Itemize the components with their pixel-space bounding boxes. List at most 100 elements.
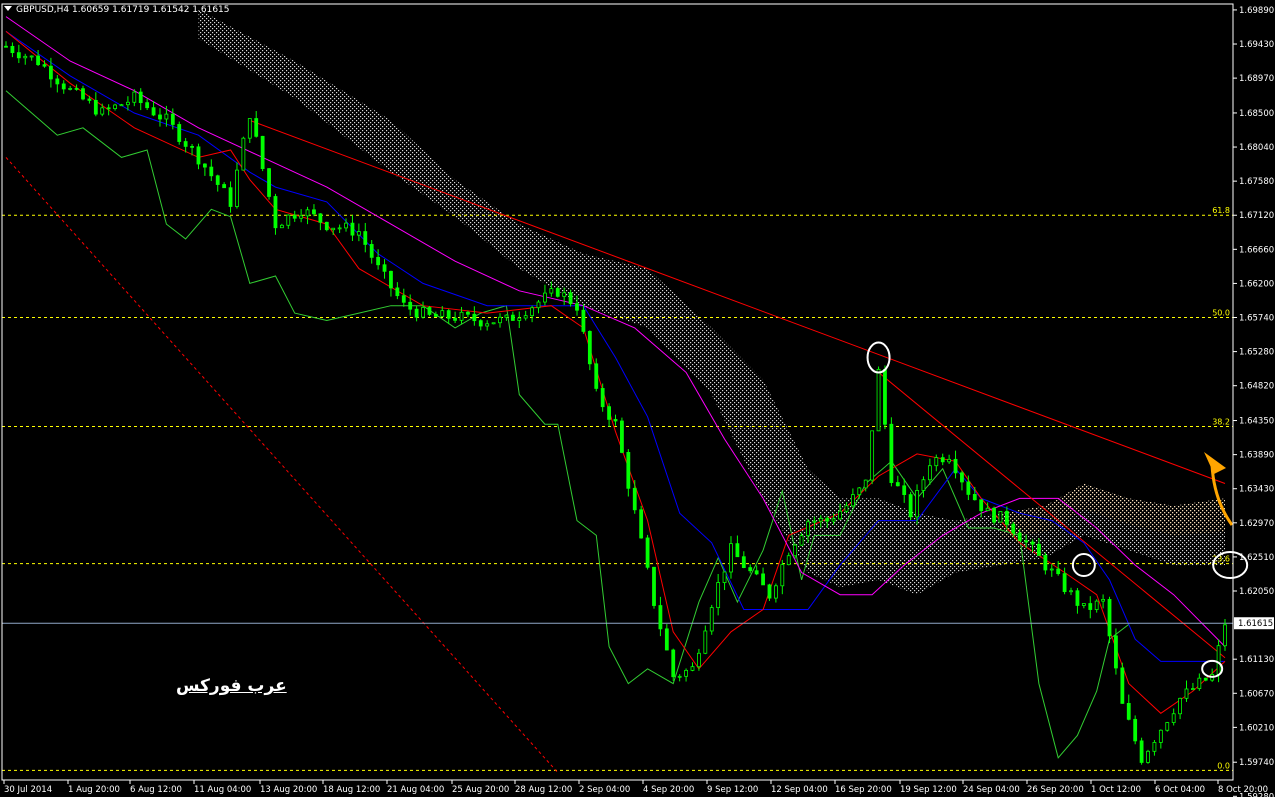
candle-body	[1011, 523, 1016, 534]
candle-body	[215, 175, 220, 185]
candle-body	[299, 215, 304, 219]
candle-body	[761, 573, 765, 586]
y-tick-label: 1.67580	[1239, 177, 1274, 187]
candle-body	[1088, 603, 1093, 610]
candle-body	[1133, 718, 1138, 742]
candle-body	[876, 368, 881, 432]
candle-body	[1030, 541, 1035, 545]
candle-body	[697, 652, 701, 668]
candle-body	[857, 487, 862, 496]
candle-body	[645, 537, 650, 568]
candle-body	[510, 314, 515, 321]
candle-body	[838, 510, 842, 520]
candle-body	[1114, 635, 1118, 669]
candle-body	[632, 487, 637, 511]
candle-body	[517, 317, 522, 321]
candle-body	[36, 55, 40, 66]
candle-body	[369, 244, 374, 258]
candle-body	[177, 124, 182, 142]
candle-body	[254, 118, 259, 137]
y-tick-label: 1.68500	[1239, 109, 1274, 119]
y-tick-label: 1.66660	[1239, 245, 1274, 255]
x-tick-label: 16 Sep 20:00	[835, 785, 892, 795]
candle-body	[433, 314, 438, 317]
candle-body	[607, 406, 611, 420]
candle-body	[164, 113, 169, 120]
x-tick-label: 25 Aug 20:00	[452, 785, 509, 795]
candle-body	[1101, 599, 1105, 602]
candle-body	[799, 535, 804, 546]
candle-body	[773, 585, 778, 599]
candle-body	[421, 307, 425, 318]
candle-body	[1037, 543, 1041, 556]
y-tick-label: 1.59740	[1239, 758, 1274, 768]
candle-body	[555, 288, 560, 297]
candle-body	[453, 317, 458, 321]
candle-body	[652, 566, 656, 606]
candle-body	[1049, 568, 1054, 571]
candle-body	[267, 168, 271, 197]
candle-body	[68, 88, 73, 90]
candle-body	[202, 163, 207, 168]
candle-body	[55, 78, 60, 85]
candle-body	[491, 322, 496, 325]
y-tick-label: 1.68970	[1239, 74, 1274, 84]
candle-body	[427, 307, 432, 315]
candle-body	[587, 331, 592, 365]
candle-body	[992, 507, 996, 523]
candle-body	[324, 221, 329, 231]
candle-body	[806, 521, 810, 537]
candle-body	[126, 101, 130, 106]
candle-body	[1081, 603, 1086, 606]
candle-body	[684, 669, 688, 677]
candle-body	[536, 301, 541, 309]
y-tick-label: 1.61130	[1239, 655, 1274, 665]
candle-body	[440, 310, 445, 317]
candle-body	[478, 320, 483, 327]
x-tick-label: 1 Aug 20:00	[68, 785, 120, 795]
candle-body	[889, 423, 894, 483]
fib-label-61.8: 61.8	[1212, 206, 1230, 215]
candle-body	[344, 222, 348, 229]
y-tick-label: 1.60210	[1239, 723, 1274, 733]
candle-body	[363, 231, 368, 245]
candle-body	[151, 107, 156, 116]
candlesticks	[4, 41, 1227, 765]
x-tick-label: 19 Sep 12:00	[900, 785, 957, 795]
candle-body	[831, 518, 836, 522]
candle-body	[863, 479, 868, 489]
x-tick-label: 30 Jul 2014	[4, 785, 52, 795]
y-tick-label: 1.64820	[1239, 382, 1274, 392]
candle-body	[966, 481, 971, 495]
candle-body	[209, 166, 214, 177]
fib-label-0.0: 0.0	[1217, 761, 1230, 770]
candle-body	[356, 231, 361, 236]
candle-body	[472, 313, 477, 322]
candle-body	[754, 570, 759, 575]
candle-body	[703, 630, 708, 654]
candle-body	[100, 107, 105, 115]
tenkan-line	[5, 31, 1226, 714]
candle-body	[222, 184, 227, 189]
candle-body	[908, 494, 913, 518]
x-tick-label: 8 Oct 20:00	[1218, 785, 1268, 795]
candle-body	[273, 196, 278, 229]
candle-body	[600, 388, 605, 408]
candle-body	[1017, 532, 1022, 542]
candle-body	[81, 88, 85, 100]
candle-body	[664, 628, 669, 651]
x-tick-label: 18 Aug 12:00	[323, 785, 380, 795]
candle-body	[620, 420, 624, 453]
candle-body	[331, 227, 336, 231]
candle-body	[1004, 511, 1009, 525]
y-tick-label: 1.63430	[1239, 485, 1274, 495]
candle-body	[401, 295, 406, 303]
candle-body	[459, 311, 464, 321]
x-tick-label: 24 Sep 04:00	[963, 785, 1020, 795]
candle-body	[985, 507, 990, 512]
chikou-span-line	[5, 90, 1130, 759]
x-tick-label: 2 Sep 04:00	[579, 785, 630, 795]
candle-body	[158, 114, 162, 120]
candle-body	[498, 316, 502, 324]
candle-body	[241, 137, 246, 171]
